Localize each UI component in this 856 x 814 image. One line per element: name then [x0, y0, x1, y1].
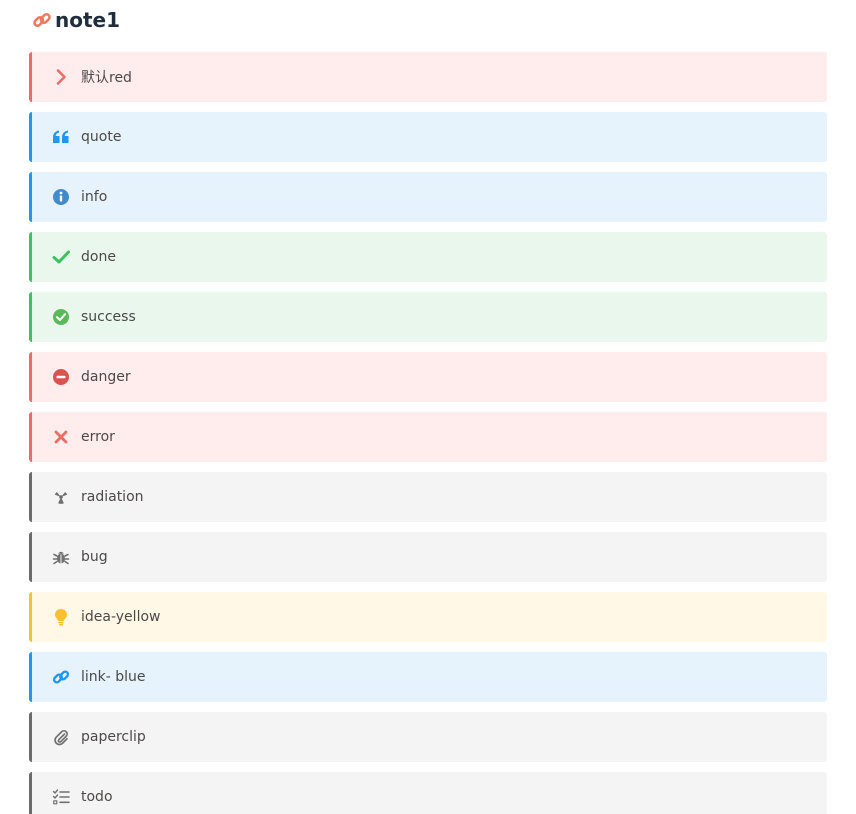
note-todo: todo [29, 772, 827, 814]
note-default-red: 默认red [29, 52, 827, 102]
paperclip-icon [52, 728, 70, 746]
times-icon [52, 428, 70, 446]
note-label: idea-yellow [81, 609, 161, 625]
tasks-icon [52, 788, 70, 806]
note-success: success [29, 292, 827, 342]
check-circle-icon [52, 308, 70, 326]
page-title: note1 [55, 8, 121, 32]
check-icon [52, 248, 70, 266]
link-icon [52, 668, 70, 686]
info-circle-icon [52, 188, 70, 206]
note-label: paperclip [81, 729, 146, 745]
note-danger: danger [29, 352, 827, 402]
radiation-icon [52, 488, 70, 506]
note-paperclip: paperclip [29, 712, 827, 762]
bug-icon [52, 548, 70, 566]
link-icon[interactable] [32, 10, 52, 30]
note-label: error [81, 429, 115, 445]
note-label: done [81, 249, 116, 265]
chevron-right-icon [52, 68, 70, 86]
note-label: success [81, 309, 136, 325]
note-label: link- blue [81, 669, 146, 685]
note-label: bug [81, 549, 108, 565]
notes-list: 默认red quote info done success danger err… [29, 52, 827, 814]
note-label: todo [81, 789, 113, 805]
note-idea-yellow: idea-yellow [29, 592, 827, 642]
note-radiation: radiation [29, 472, 827, 522]
page-heading: note1 [32, 6, 120, 34]
note-label: danger [81, 369, 131, 385]
note-label: 默认red [81, 70, 132, 86]
quote-left-icon [52, 128, 70, 146]
note-error: error [29, 412, 827, 462]
note-label: quote [81, 129, 122, 145]
note-link-blue: link- blue [29, 652, 827, 702]
minus-circle-icon [52, 368, 70, 386]
note-done: done [29, 232, 827, 282]
note-label: radiation [81, 489, 144, 505]
note-label: info [81, 189, 108, 205]
note-info: info [29, 172, 827, 222]
note-bug: bug [29, 532, 827, 582]
lightbulb-icon [52, 608, 70, 626]
note-quote: quote [29, 112, 827, 162]
